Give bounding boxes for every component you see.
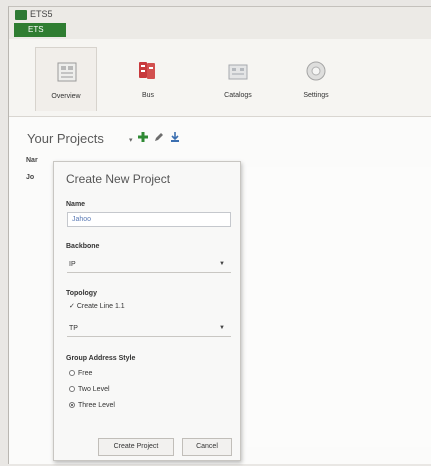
projects-toolbar: Your Projects ▾ bbox=[27, 130, 179, 146]
create-project-button[interactable]: Create Project bbox=[98, 438, 174, 456]
radio-two-level[interactable]: Two Level bbox=[69, 386, 110, 393]
backbone-value: IP bbox=[69, 261, 76, 268]
backbone-select[interactable]: IP ▼ bbox=[67, 258, 231, 273]
tab-overview-label: Overview bbox=[51, 93, 81, 100]
name-label: Name bbox=[66, 201, 86, 208]
radio-free[interactable]: Free bbox=[69, 370, 92, 377]
tab-catalogs-label: Catalogs bbox=[224, 92, 252, 99]
cancel-button[interactable]: Cancel bbox=[182, 438, 232, 456]
app-logo-icon bbox=[15, 10, 27, 20]
chevron-down-icon[interactable]: ▾ bbox=[129, 136, 133, 144]
radio-three-level-label: Three Level bbox=[78, 402, 115, 409]
bus-icon bbox=[139, 62, 155, 79]
tab-bus-label: Bus bbox=[141, 92, 155, 99]
radio-three-level[interactable]: Three Level bbox=[69, 402, 115, 409]
title-bar: ETS5 ETS bbox=[9, 7, 431, 39]
import-project-icon[interactable] bbox=[169, 131, 181, 143]
ets-menu-tab[interactable]: ETS bbox=[14, 23, 66, 37]
catalogs-icon bbox=[228, 64, 248, 80]
tab-settings-label: Settings bbox=[303, 92, 329, 99]
create-line-label: Create Line 1.1 bbox=[76, 303, 125, 310]
backbone-label: Backbone bbox=[66, 243, 100, 250]
project-list-column-header: Nar bbox=[26, 157, 38, 164]
settings-icon bbox=[306, 61, 326, 81]
main-window: ETS5 ETS Overview Bus Catalogs Settings … bbox=[8, 6, 431, 464]
chevron-down-icon: ▼ bbox=[219, 325, 225, 331]
check-icon: ✓ bbox=[69, 303, 77, 310]
overview-icon bbox=[57, 62, 77, 82]
projects-title[interactable]: Your Projects bbox=[27, 131, 104, 146]
window-title: ETS5 bbox=[30, 9, 53, 19]
topology-value: TP bbox=[69, 325, 78, 332]
tab-catalogs[interactable]: Catalogs bbox=[207, 47, 269, 111]
project-list-row[interactable]: Jo bbox=[26, 174, 34, 181]
chevron-down-icon: ▼ bbox=[219, 261, 225, 267]
project-name-input[interactable]: Jahoo bbox=[67, 212, 231, 227]
topology-select[interactable]: TP ▼ bbox=[67, 322, 231, 337]
ribbon: Overview Bus Catalogs Settings bbox=[9, 39, 431, 117]
tab-bus[interactable]: Bus bbox=[117, 47, 179, 111]
group-address-label: Group Address Style bbox=[66, 355, 136, 362]
edit-project-icon[interactable] bbox=[153, 131, 165, 143]
add-project-icon[interactable] bbox=[137, 131, 149, 143]
dialog-title: Create New Project bbox=[66, 172, 171, 186]
tab-settings[interactable]: Settings bbox=[285, 47, 347, 111]
radio-two-level-label: Two Level bbox=[78, 386, 110, 393]
radio-dot bbox=[69, 386, 75, 392]
project-area bbox=[247, 167, 431, 447]
create-project-dialog: Create New Project Name Jahoo Backbone I… bbox=[53, 161, 241, 461]
radio-dot bbox=[69, 370, 75, 376]
radio-free-label: Free bbox=[78, 370, 93, 377]
create-line-checkbox[interactable]: ✓ Create Line 1.1 bbox=[69, 302, 125, 310]
radio-dot bbox=[69, 402, 75, 408]
tab-overview[interactable]: Overview bbox=[35, 47, 97, 111]
topology-label: Topology bbox=[66, 290, 97, 297]
